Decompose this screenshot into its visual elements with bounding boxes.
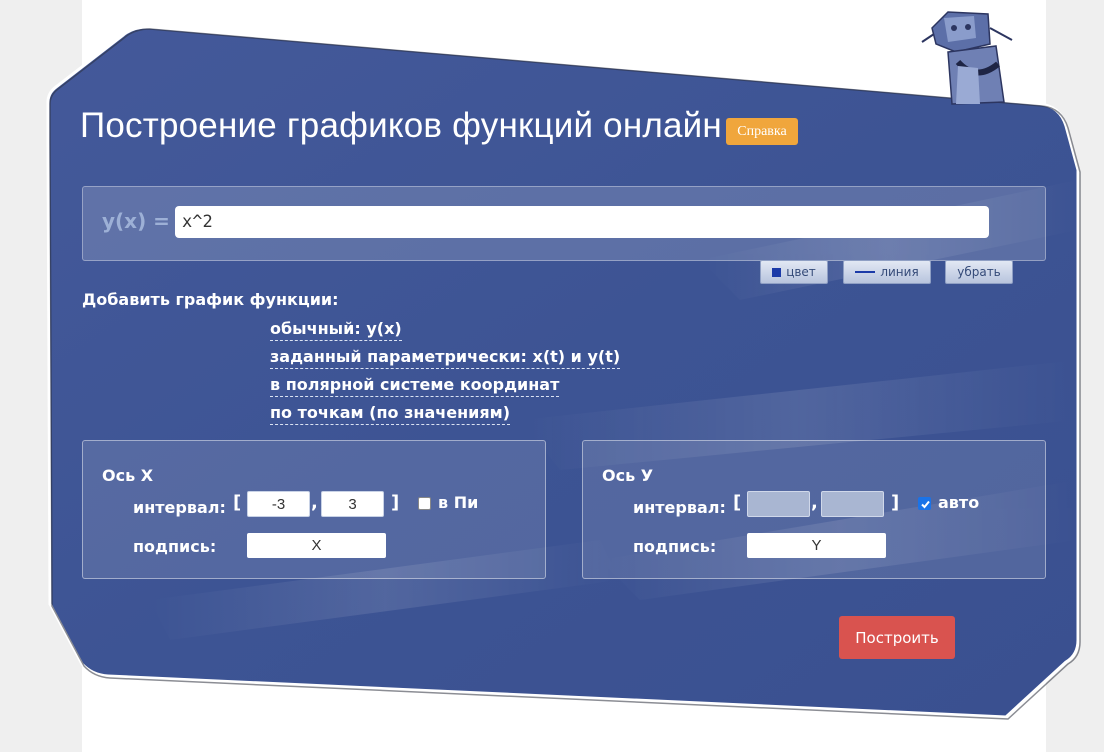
color-button[interactable]: цвет [760, 260, 828, 284]
line-style-button[interactable]: линия [843, 260, 931, 284]
axis-x-interval-label: интервал: [133, 498, 226, 517]
axis-x-pi-label: в Пи [438, 493, 479, 512]
line-button-label: линия [880, 265, 919, 279]
add-graph-title: Добавить график функции: [82, 290, 339, 309]
axis-x-max-input[interactable] [321, 491, 384, 517]
axis-y-panel: Ось У интервал: [ , ] авто подпись: [582, 440, 1046, 579]
remove-graph-button[interactable]: убрать [945, 260, 1013, 284]
function-input-panel: y(x) = [82, 186, 1046, 261]
axis-y-min-input[interactable] [747, 491, 810, 517]
add-graph-polar-link[interactable]: в полярной системе координат [270, 374, 560, 397]
axis-y-comma: , [811, 492, 818, 513]
axis-y-auto-checkbox[interactable] [918, 497, 931, 510]
add-graph-parametric-link[interactable]: заданный параметрически: x(t) и y(t) [270, 346, 621, 369]
robot-mascot-icon [921, 11, 1013, 105]
axis-y-auto-label: авто [938, 493, 980, 512]
axis-x-open-bracket: [ [233, 492, 242, 513]
axis-x-caption-label: подпись: [133, 537, 217, 556]
help-button[interactable]: Справка [726, 118, 798, 145]
axis-y-open-bracket: [ [733, 492, 742, 513]
axis-x-title: Ось X [102, 466, 154, 485]
function-label: y(x) = [102, 209, 170, 233]
add-graph-regular-link[interactable]: обычный: y(x) [270, 318, 402, 341]
axis-y-interval-label: интервал: [633, 498, 726, 517]
remove-button-label: убрать [957, 265, 1001, 279]
axis-y-caption-input[interactable] [747, 533, 886, 558]
line-style-icon [855, 271, 876, 273]
axis-y-caption-label: подпись: [633, 537, 717, 556]
axis-x-caption-input[interactable] [247, 533, 386, 558]
add-graph-points-link[interactable]: по точкам (по значениям) [270, 402, 511, 425]
axis-x-close-bracket: ] [391, 492, 400, 513]
color-button-label: цвет [786, 265, 816, 279]
axis-y-max-input[interactable] [821, 491, 884, 517]
color-swatch-icon [772, 267, 782, 277]
axis-x-min-input[interactable] [247, 491, 310, 517]
axis-y-title: Ось У [602, 466, 654, 485]
axis-x-pi-checkbox[interactable] [418, 497, 431, 510]
checkmark-icon [921, 500, 930, 509]
page-title: Построение графиков функций онлайн [80, 106, 722, 145]
axis-y-close-bracket: ] [891, 492, 900, 513]
build-button[interactable]: Построить [839, 616, 955, 659]
function-input[interactable] [175, 206, 989, 238]
axis-x-panel: Ось X интервал: [ , ] в Пи подпись: [82, 440, 546, 579]
axis-x-comma: , [311, 492, 318, 513]
